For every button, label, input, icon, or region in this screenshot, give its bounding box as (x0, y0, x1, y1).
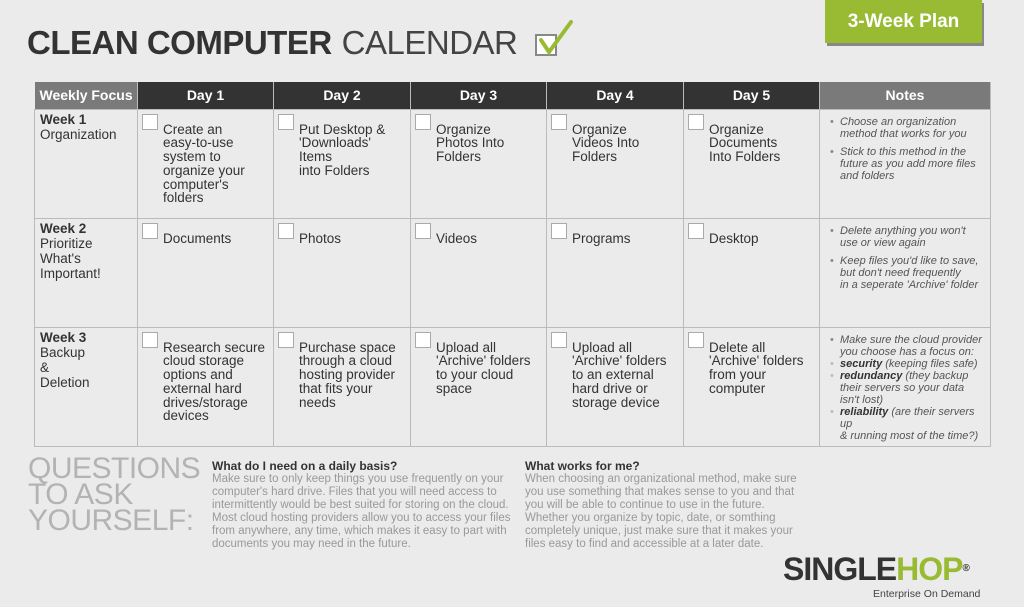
header-day-5: Day 5 (683, 82, 820, 109)
checkmark-icon (535, 20, 574, 56)
task-checkbox[interactable] (278, 222, 294, 239)
note-item: Delete anything you won't use or view ag… (830, 225, 986, 249)
task-text: Desktop (709, 230, 759, 246)
task-checkbox[interactable] (551, 331, 567, 348)
task-checkbox[interactable] (415, 113, 431, 130)
task-checkbox[interactable] (688, 331, 704, 348)
title-light: CALENDAR (341, 24, 518, 61)
header-day-1: Day 1 (137, 82, 274, 109)
task-text: Purchase space through a cloud hosting p… (299, 339, 396, 410)
task-checkbox[interactable] (688, 113, 704, 130)
task-checkbox[interactable] (415, 222, 431, 239)
task-cell: Organize Photos Into Folders (410, 108, 547, 219)
task-cell: Desktop (683, 217, 820, 328)
task-text: Research secure cloud storage options an… (163, 339, 266, 424)
question-daily-basis: What do I need on a daily basis? Make su… (212, 460, 512, 551)
task-checkbox[interactable] (688, 222, 704, 239)
note-keyword: redundancy (840, 369, 903, 382)
task-checkbox[interactable] (142, 331, 158, 348)
focus-label: Backup & Deletion (40, 344, 90, 390)
header-day-2: Day 2 (273, 82, 411, 109)
task-checkbox[interactable] (551, 113, 567, 130)
task-checkbox[interactable] (415, 331, 431, 348)
task-text: Programs (572, 230, 631, 246)
task-checkbox[interactable] (142, 113, 158, 130)
question-body: When choosing an organizational method, … (525, 473, 797, 550)
notes-cell: Delete anything you won't use or view ag… (819, 217, 991, 328)
task-text: Organize Videos Into Folders (572, 121, 640, 165)
focus-cell: Week 2 Prioritize What's Important! (34, 217, 138, 328)
question-what-works: What works for me? When choosing an orga… (525, 460, 810, 551)
logo-part-2: HOP (896, 551, 963, 587)
table-row-week-2: Week 2 Prioritize What's Important! Docu… (34, 217, 991, 328)
question-title: What works for me? (525, 459, 640, 473)
table-row-week-1: Week 1 Organization Create an easy-to-us… (34, 108, 991, 219)
notes-cell: Choose an organization method that works… (819, 108, 991, 219)
week-label: Week 3 (40, 329, 87, 345)
focus-cell: Week 3 Backup & Deletion (34, 326, 138, 447)
task-text: Delete all 'Archive' folders from your c… (709, 339, 804, 396)
task-text: Create an easy-to-use system to organize… (163, 121, 245, 206)
task-checkbox[interactable] (551, 222, 567, 239)
task-checkbox[interactable] (278, 113, 294, 130)
singlehop-logo: SINGLEHOP® (783, 551, 970, 587)
page-title: CLEAN COMPUTER CALENDAR (27, 20, 574, 62)
task-cell: Upload all 'Archive' folders to your clo… (410, 326, 547, 447)
logo-tagline: Enterprise On Demand (873, 588, 981, 600)
week-label: Week 2 (40, 220, 87, 236)
task-cell: Upload all 'Archive' folders to an exter… (546, 326, 684, 447)
task-text: Organize Photos Into Folders (436, 121, 505, 165)
note-item: Choose an organization method that works… (830, 116, 986, 140)
focus-label: Prioritize What's Important! (40, 235, 101, 281)
header-day-3: Day 3 (410, 82, 547, 109)
task-cell: Programs (546, 217, 684, 328)
task-checkbox[interactable] (142, 222, 158, 239)
task-cell: Organize Documents Into Folders (683, 108, 820, 219)
questions-heading: QUESTIONS TO ASK YOURSELF: (28, 452, 201, 537)
task-cell: Purchase space through a cloud hosting p… (273, 326, 411, 447)
note-item-security: security (keeping files safe) (830, 358, 986, 370)
task-checkbox[interactable] (278, 331, 294, 348)
task-text: Videos (436, 230, 478, 246)
header-row: Weekly Focus Day 1 Day 2 Day 3 Day 4 Day… (34, 82, 991, 109)
logo-part-1: SINGLE (783, 551, 897, 587)
focus-cell: Week 1 Organization (34, 108, 138, 219)
task-cell: Videos (410, 217, 547, 328)
task-text: Photos (299, 230, 342, 246)
task-cell: Put Desktop & 'Downloads' Items into Fol… (273, 108, 411, 219)
note-keyword: security (840, 357, 883, 370)
focus-label: Organization (40, 126, 117, 142)
task-cell: Research secure cloud storage options an… (137, 326, 274, 447)
header-weekly-focus: Weekly Focus (34, 82, 138, 109)
task-text: Documents (163, 230, 232, 246)
plan-badge: 3-Week Plan (825, 0, 982, 43)
task-text: Upload all 'Archive' folders to your clo… (436, 339, 531, 396)
registered-mark: ® (962, 563, 969, 574)
task-text: Organize Documents Into Folders (709, 121, 781, 165)
task-cell: Organize Videos Into Folders (546, 108, 684, 219)
note-item: Keep files you'd like to save, but don't… (830, 255, 986, 291)
title-bold: CLEAN COMPUTER (27, 24, 332, 61)
task-cell: Delete all 'Archive' folders from your c… (683, 326, 820, 447)
note-item-redundancy: redundancy (they backup their servers so… (830, 370, 986, 406)
task-cell: Create an easy-to-use system to organize… (137, 108, 274, 219)
calendar-table: Weekly Focus Day 1 Day 2 Day 3 Day 4 Day… (34, 82, 991, 447)
header-notes: Notes (819, 82, 991, 109)
notes-cell: Make sure the cloud provider you choose … (819, 326, 991, 447)
task-text: Put Desktop & 'Downloads' Items into Fol… (299, 121, 386, 178)
note-item-reliability: reliability (are their servers up & runn… (830, 406, 986, 442)
task-text: Upload all 'Archive' folders to an exter… (572, 339, 667, 410)
question-body: Make sure to only keep things you use fr… (212, 473, 511, 550)
note-detail: (keeping files safe) (882, 357, 978, 370)
note-item: Make sure the cloud provider you choose … (830, 334, 986, 358)
header-day-4: Day 4 (546, 82, 684, 109)
question-title: What do I need on a daily basis? (212, 459, 398, 473)
task-cell: Photos (273, 217, 411, 328)
week-label: Week 1 (40, 111, 87, 127)
note-keyword: reliability (840, 405, 889, 418)
task-cell: Documents (137, 217, 274, 328)
note-item: Stick to this method in the future as yo… (830, 146, 986, 182)
table-row-week-3: Week 3 Backup & Deletion Research secure… (34, 326, 991, 447)
